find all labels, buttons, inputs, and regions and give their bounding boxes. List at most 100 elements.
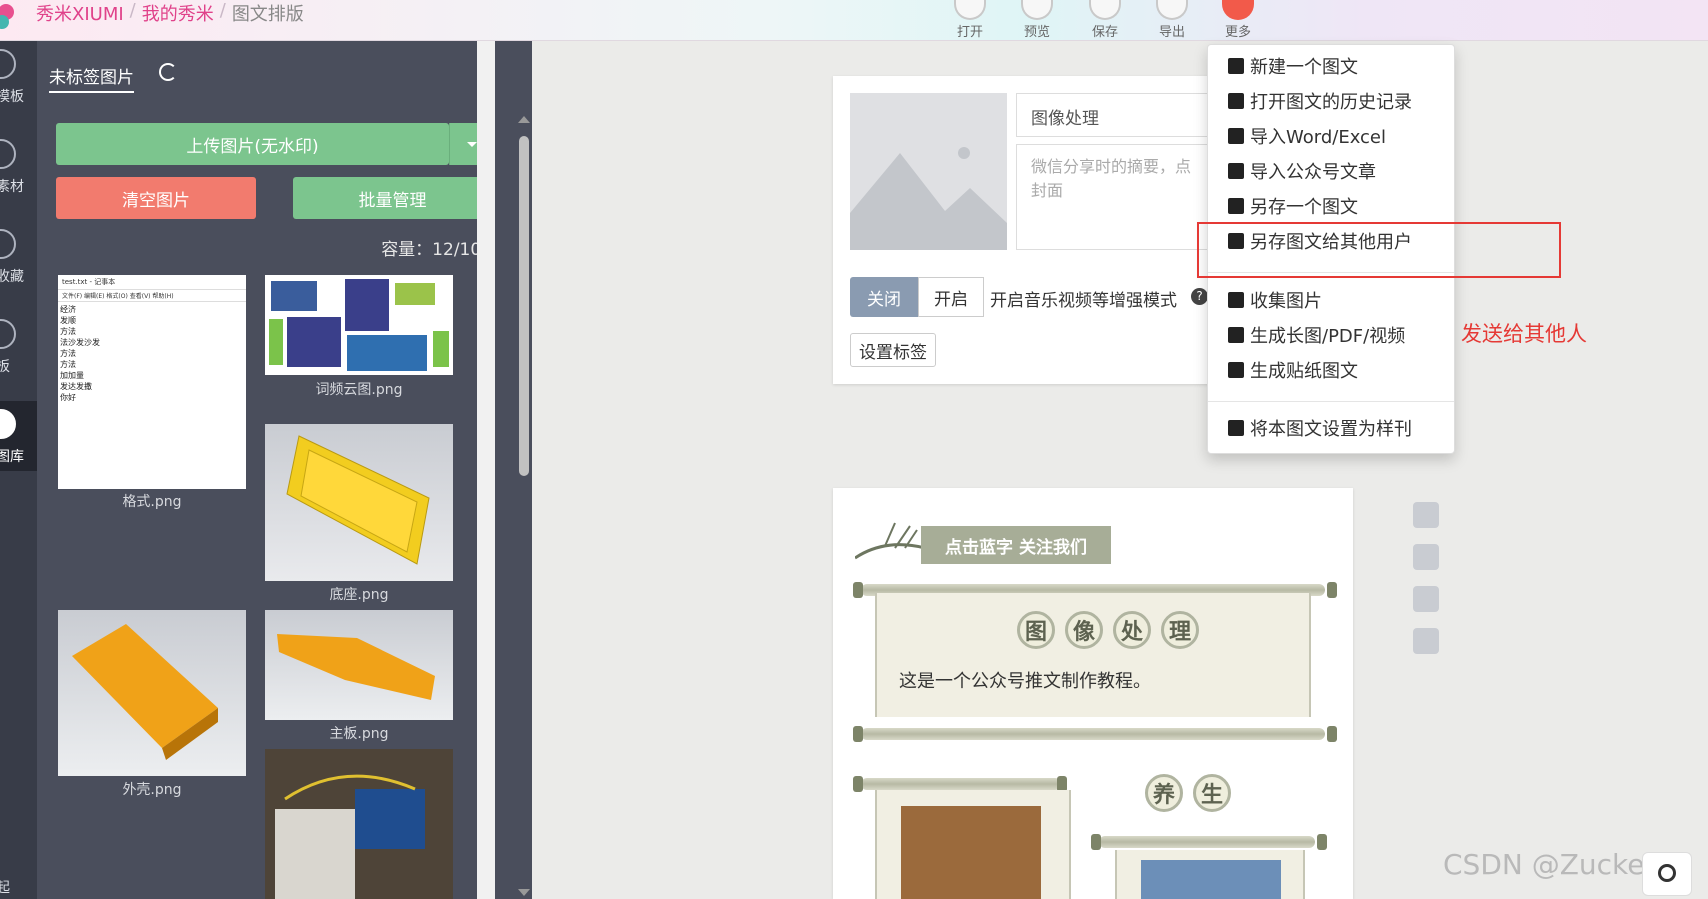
menu-item-generate-sticker[interactable]: 生成贴纸图文 [1228,355,1358,385]
heading-chars: 图 像 处 理 [1017,611,1199,649]
upload-image-button[interactable]: 上传图片(无水印) [56,123,449,165]
scroll-rod [861,728,1325,740]
image-icon [1228,327,1244,343]
notepad-menu: 文件(F) 编辑(E) 格式(O) 查看(V) 帮助(H) [58,290,246,302]
notepad-line: 方法 [60,360,76,369]
rail-item-bottom[interactable]: 起 [0,871,37,899]
refresh-icon[interactable] [159,63,177,81]
circuit-photo-image [265,749,453,899]
menu-item-history[interactable]: 打开图文的历史记录 [1228,86,1412,116]
scroll-content-block[interactable] [875,790,1071,899]
bar-chart-icon[interactable] [1413,586,1439,612]
menu-item-import-word[interactable]: 导入Word/Excel [1228,121,1386,151]
top-bar: 秀米XIUMI / 我的秀米 / 图文排版 打开 预览 保存 导出 更多 [0,0,1708,41]
notepad-line: 你好 [60,393,76,402]
enhance-mode-label: 开启音乐视频等增强模式 [990,291,1177,311]
file-icon [1228,58,1244,74]
notepad-line: 经济 [60,305,76,314]
set-tag-button[interactable]: 设置标签 [850,333,936,367]
scroll-content-block[interactable]: 图 像 处 理 这是一个公众号推文制作教程。 [875,593,1311,717]
panel-scrollbar-thumb[interactable] [519,136,529,476]
scroll-up-icon[interactable] [518,116,530,123]
rail-item-gallery[interactable]: 图库 [0,401,37,471]
board-icon [0,319,16,349]
folder-icon [954,0,986,20]
notepad-body: 经济 发顺 方法 法沙发沙发 方法 方法 加加量 发达发撒 你好 [58,302,246,405]
favorite-icon [0,229,16,259]
save-icon [1089,0,1121,20]
scroll-content-block[interactable] [1115,850,1305,899]
open-button[interactable]: 打开 [948,0,992,40]
help-icon[interactable]: ? [1191,288,1208,305]
preview-icon [1021,0,1053,20]
save-button[interactable]: 保存 [1083,0,1127,40]
menu-item-generate-long-image[interactable]: 生成长图/PDF/视频 [1228,320,1405,350]
zoom-icon[interactable] [1642,852,1692,896]
image-thumbnail[interactable] [265,275,453,375]
import-icon [1228,163,1244,179]
image-thumbnail[interactable] [265,749,453,899]
breadcrumb-section[interactable]: 我的秀米 [142,0,214,26]
enhance-on-toggle[interactable]: 开启 [918,277,984,317]
article-settings-card: 图像处理 微信分享时的摘要，点 封面 关闭 开启 开启音乐视频等增强模式 ? 设… [833,76,1236,384]
menu-item-new-article[interactable]: 新建一个图文 [1228,51,1358,81]
clear-images-button[interactable]: 清空图片 [56,177,256,219]
batch-manage-button[interactable]: 批量管理 [293,177,492,219]
list-icon [1228,420,1244,436]
rail-item-templates[interactable]: 模板 [0,41,37,111]
preview-button[interactable]: 预览 [1015,0,1059,40]
image-thumbnail[interactable]: test.txt - 记事本 文件(F) 编辑(E) 格式(O) 查看(V) 帮… [58,275,246,489]
gallery-icon [0,409,16,439]
article-title-input[interactable]: 图像处理 [1016,93,1236,137]
heading2-chars: 养 生 [1145,774,1231,812]
asterisk-icon[interactable] [1413,544,1439,570]
menu-item-import-wechat[interactable]: 导入公众号文章 [1228,156,1376,186]
menu-divider [1208,401,1454,402]
panel-scrollbar[interactable] [477,41,495,899]
rail-item-board[interactable]: 板 [0,311,37,381]
chevron-down-icon [1222,0,1254,20]
shell-model-image [72,624,218,760]
menu-item-collect-images[interactable]: 收集图片 [1228,285,1322,315]
cover-image-placeholder[interactable] [850,93,1007,250]
image-thumbnail[interactable] [265,610,453,720]
capacity-label: 容量：12/100 [381,240,492,260]
rail-item-favorites[interactable]: 收藏 [0,221,37,291]
article-body-text: 这是一个公众号推文制作教程。 [899,671,1151,692]
breadcrumb: 秀米XIUMI / 我的秀米 / 图文排版 [36,0,304,26]
export-button[interactable]: 导出 [1150,0,1194,40]
grid-icon[interactable] [1413,502,1439,528]
image-placeholder-icon [850,93,1007,250]
film-icon [1228,93,1244,109]
image-icon [1228,362,1244,378]
notepad-title: test.txt - 记事本 [58,275,246,290]
enhance-off-toggle[interactable]: 关闭 [850,277,918,317]
word-cloud-image [269,279,449,371]
image-caption: 底座.png [329,587,389,603]
scroll-down-icon[interactable] [518,889,530,896]
image-caption: 格式.png [122,494,182,510]
eye-icon[interactable] [1413,628,1439,654]
menu-item-set-as-sample[interactable]: 将本图文设置为样刊 [1228,413,1412,443]
notepad-line: 发顺 [60,316,76,325]
xiumi-logo-icon [0,4,14,29]
annotation-highlight-box [1197,222,1561,278]
notepad-line: 发达发撒 [60,382,92,391]
image-thumbnail[interactable] [265,424,453,581]
import-icon [1228,292,1244,308]
menu-item-save-as[interactable]: 另存一个图文 [1228,191,1358,221]
import-icon [1228,128,1244,144]
breadcrumb-site[interactable]: 秀米XIUMI [36,0,124,26]
article-content-card: 点击蓝字 关注我们 图 像 处 理 这是一个公众号推文制作教程。 养 生 [833,488,1353,899]
notepad-line: 方法 [60,327,76,336]
side-tools [1413,502,1439,670]
follow-us-banner[interactable]: 点击蓝字 关注我们 [921,526,1111,564]
tab-untagged-images[interactable]: 未标签图片 [49,63,134,93]
export-icon [1156,0,1188,20]
left-rail: 模板 素材 收藏 板 图库 起 [0,41,37,899]
rail-item-materials[interactable]: 素材 [0,131,37,201]
more-button[interactable]: 更多 [1216,0,1260,40]
content-image [1141,860,1281,899]
image-thumbnail[interactable] [58,610,246,776]
scroll-rod [861,778,1061,790]
